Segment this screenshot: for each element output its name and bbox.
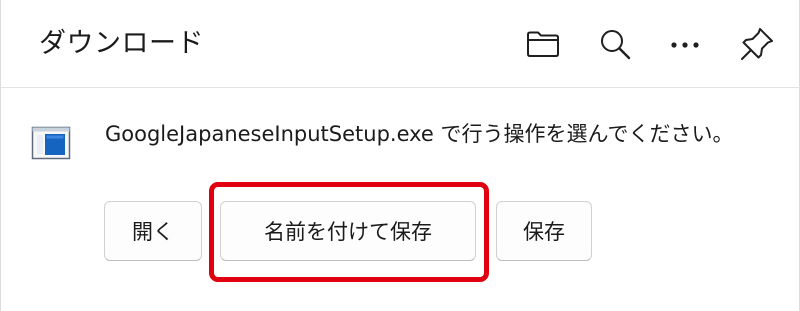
open-button[interactable]: 開く [104,201,202,261]
installer-file-icon [31,124,71,164]
downloads-header: ダウンロード [1,0,800,88]
more-icon[interactable] [665,24,705,64]
pin-icon[interactable] [737,24,777,64]
panel-title: ダウンロード [39,28,204,59]
download-prompt-message: GoogleJapaneseInputSetup.exe で行う操作を選んでくだ… [105,122,734,146]
downloads-panel: ダウンロード GoogleJapaneseInputSetup.exe で行う操… [0,0,800,311]
save-as-button[interactable]: 名前を付けて保存 [220,201,476,261]
search-icon[interactable] [595,24,635,64]
save-button[interactable]: 保存 [496,201,592,261]
download-item: GoogleJapaneseInputSetup.exe で行う操作を選んでくだ… [1,88,800,311]
folder-icon[interactable] [523,24,563,64]
